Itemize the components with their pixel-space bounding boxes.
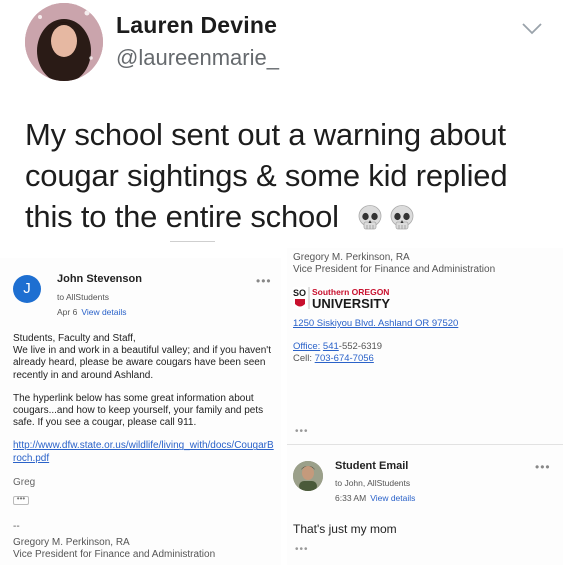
sou-logo-bottom: UNIVERSITY	[312, 296, 390, 310]
reply-text: That's just my mom	[293, 522, 397, 536]
signature-title: Vice President for Finance and Administr…	[293, 264, 496, 275]
email-paragraph: The hyperlink below has some great infor…	[13, 392, 264, 429]
divider	[287, 444, 563, 445]
email-time-line: 6:33 AM View details	[335, 493, 415, 503]
profile-avatar[interactable]	[25, 3, 103, 81]
user-handle[interactable]: @laureenmarie_	[116, 45, 279, 71]
signature-name: Gregory M. Perkinson, RA	[13, 537, 130, 548]
email-body: Students, Faculty and Staff, We live in …	[13, 333, 275, 476]
recipient-line: to AllStudents	[57, 292, 109, 302]
cell-phone: Cell: 703-674-7056	[293, 353, 374, 364]
skull-icon	[390, 205, 414, 230]
email-screenshot-right: Gregory M. Perkinson, RA Vice President …	[287, 248, 563, 565]
signature-separator: --	[13, 521, 20, 532]
cell-number-link[interactable]: 703-674-7056	[315, 353, 374, 364]
skull-icon	[358, 205, 382, 230]
cell-label: Cell:	[293, 353, 313, 364]
signature-name: Gregory M. Perkinson, RA	[293, 252, 410, 263]
divider	[170, 241, 215, 242]
email-time: 6:33 AM	[335, 493, 367, 503]
view-details-link[interactable]: View details	[81, 307, 126, 317]
show-quoted-button[interactable]: •••	[295, 426, 309, 437]
office-prefix[interactable]: 541	[323, 341, 339, 352]
sou-logo-mark: SO	[293, 288, 306, 298]
student-avatar[interactable]	[293, 461, 323, 491]
email-date: Apr 6	[57, 307, 78, 317]
view-details-link[interactable]: View details	[370, 493, 415, 503]
sou-logo: SO Southern OREGON UNIVERSITY	[293, 287, 390, 310]
sender-name[interactable]: Student Email	[335, 460, 408, 472]
recipient-line: to John, AllStudents	[335, 478, 411, 488]
address-link[interactable]: 1250 Siskiyou Blvd. Ashland OR 97520	[293, 318, 458, 329]
sender-name[interactable]: John Stevenson	[57, 273, 142, 285]
display-name[interactable]: Lauren Devine	[116, 12, 277, 39]
office-label: Office:	[293, 341, 321, 352]
email-screenshot-left: J John Stevenson to AllStudents Apr 6 Vie…	[0, 258, 281, 565]
cougar-brochure-link[interactable]: http://www.dfw.state.or.us/wildlife/livi…	[13, 440, 274, 463]
email-signoff: Greg	[13, 477, 36, 488]
signature-title: Vice President for Finance and Administr…	[13, 549, 216, 560]
office-number: -552-6319	[338, 341, 383, 352]
emoji-group	[355, 198, 419, 239]
sender-avatar[interactable]: J	[13, 275, 41, 303]
more-options-icon[interactable]: •••	[535, 460, 551, 474]
tweet-text: My school sent out a warning about couga…	[25, 114, 545, 239]
tweet-body: My school sent out a warning about couga…	[25, 117, 508, 234]
show-quoted-button[interactable]: •••	[13, 495, 29, 505]
show-quoted-button[interactable]: •••	[295, 544, 309, 555]
more-options-icon[interactable]: •••	[256, 274, 272, 288]
chevron-down-icon[interactable]	[521, 22, 543, 36]
email-date-line: Apr 6 View details	[57, 307, 127, 317]
email-paragraph: Students, Faculty and Staff, We live in …	[13, 333, 271, 381]
office-phone[interactable]: Office: 541-552-6319	[293, 341, 382, 352]
